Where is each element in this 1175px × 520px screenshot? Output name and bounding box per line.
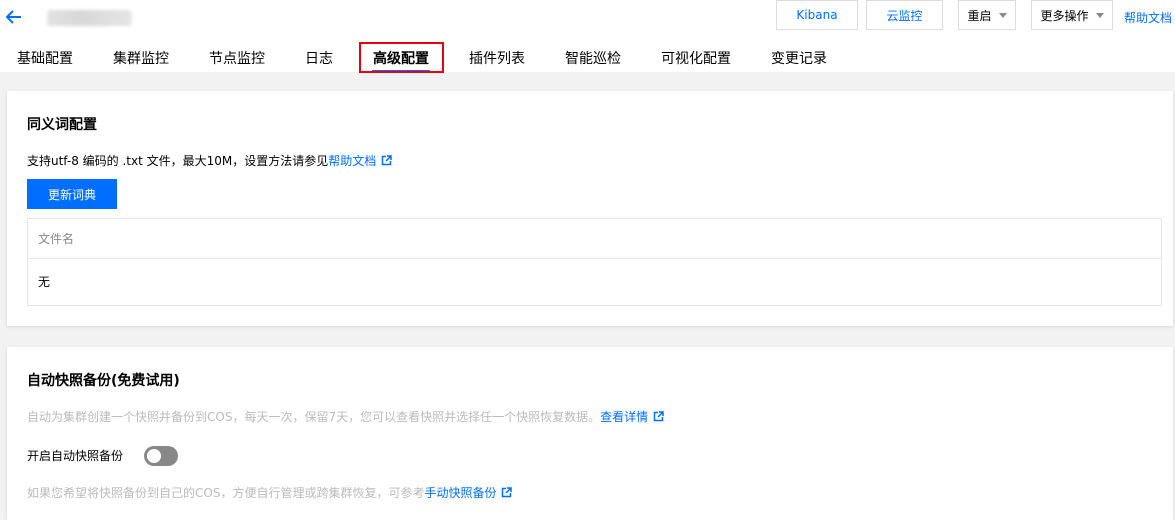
snapshot-backup-card: 自动快照备份(免费试用) 自动为集群创建一个快照并备份到COS，每天一次，保留7… <box>7 347 1173 520</box>
snapshot-backup-description: 自动为集群创建一个快照并备份到COS，每天一次，保留7天，您可以查看快照并选择任… <box>27 408 664 425</box>
chevron-down-icon <box>1095 12 1104 18</box>
synonym-config-title: 同义词配置 <box>27 117 97 133</box>
column-header-filename: 文件名 <box>28 219 1161 259</box>
external-link-icon <box>382 155 393 166</box>
tab-highlight-annotation <box>359 42 444 73</box>
snapshot-desc-text: 自动为集群创建一个快照并备份到COS，每天一次，保留7天，您可以查看快照并选择任… <box>27 410 601 424</box>
cluster-name-blurred <box>47 10 132 26</box>
external-link-icon <box>502 487 513 498</box>
tab-plugin-list[interactable]: 插件列表 <box>469 48 525 68</box>
tab-smart-inspection[interactable]: 智能巡检 <box>565 48 621 68</box>
auto-snapshot-toggle[interactable] <box>144 446 178 466</box>
view-details-link[interactable]: 查看详情 <box>600 410 648 424</box>
tab-visualization-config[interactable]: 可视化配置 <box>661 48 731 68</box>
restart-dropdown[interactable]: 重启 <box>958 0 1016 30</box>
more-actions-dropdown[interactable]: 更多操作 <box>1031 0 1113 30</box>
auto-snapshot-toggle-label: 开启自动快照备份 <box>27 449 124 463</box>
cloud-monitor-button[interactable]: 云监控 <box>866 0 943 30</box>
tab-bar: 基础配置 集群监控 节点监控 日志 高级配置 插件列表 智能巡检 可视化配置 变… <box>0 40 1175 72</box>
more-actions-dropdown-label: 更多操作 <box>1040 8 1089 23</box>
synonym-config-card: 同义词配置 支持utf-8 编码的 .txt 文件，最大10M，设置方法请参见帮… <box>7 91 1173 326</box>
synonym-help-link[interactable]: 帮助文档 <box>328 154 376 168</box>
restart-dropdown-label: 重启 <box>967 8 992 23</box>
kibana-button-label: Kibana <box>796 8 838 22</box>
toggle-knob <box>147 449 161 463</box>
tab-basic-config[interactable]: 基础配置 <box>17 48 73 68</box>
synonym-desc-text: 支持utf-8 编码的 .txt 文件，最大10M，设置方法请参见 <box>27 154 329 168</box>
manual-snapshot-link[interactable]: 手动快照备份 <box>424 486 496 500</box>
table-empty-row: 无 <box>38 275 51 289</box>
top-bar: Kibana 云监控 重启 更多操作 帮助文档 基础配置 集群监控 节点监控 日… <box>0 0 1175 72</box>
synonym-files-table: 文件名 无 <box>27 218 1162 306</box>
help-docs-link[interactable]: 帮助文档 <box>1124 9 1172 26</box>
manual-snapshot-hint-text: 如果您希望将快照备份到自己的COS，方便自行管理或跨集群恢复，可参考 <box>27 486 425 500</box>
tab-node-monitor[interactable]: 节点监控 <box>209 48 265 68</box>
back-arrow-icon[interactable] <box>5 7 23 27</box>
snapshot-backup-title: 自动快照备份(免费试用) <box>27 373 180 389</box>
manual-snapshot-hint: 如果您希望将快照备份到自己的COS，方便自行管理或跨集群恢复，可参考手动快照备份 <box>27 484 513 501</box>
update-dictionary-button[interactable]: 更新词典 <box>27 179 117 209</box>
kibana-button[interactable]: Kibana <box>776 0 858 30</box>
tab-cluster-monitor[interactable]: 集群监控 <box>113 48 169 68</box>
chevron-down-icon <box>998 12 1007 18</box>
cloud-monitor-button-label: 云监控 <box>886 8 923 23</box>
synonym-config-description: 支持utf-8 编码的 .txt 文件，最大10M，设置方法请参见帮助文档 <box>27 152 393 169</box>
tab-change-log[interactable]: 变更记录 <box>771 48 827 68</box>
external-link-icon <box>653 411 664 422</box>
tab-logs[interactable]: 日志 <box>305 48 333 68</box>
